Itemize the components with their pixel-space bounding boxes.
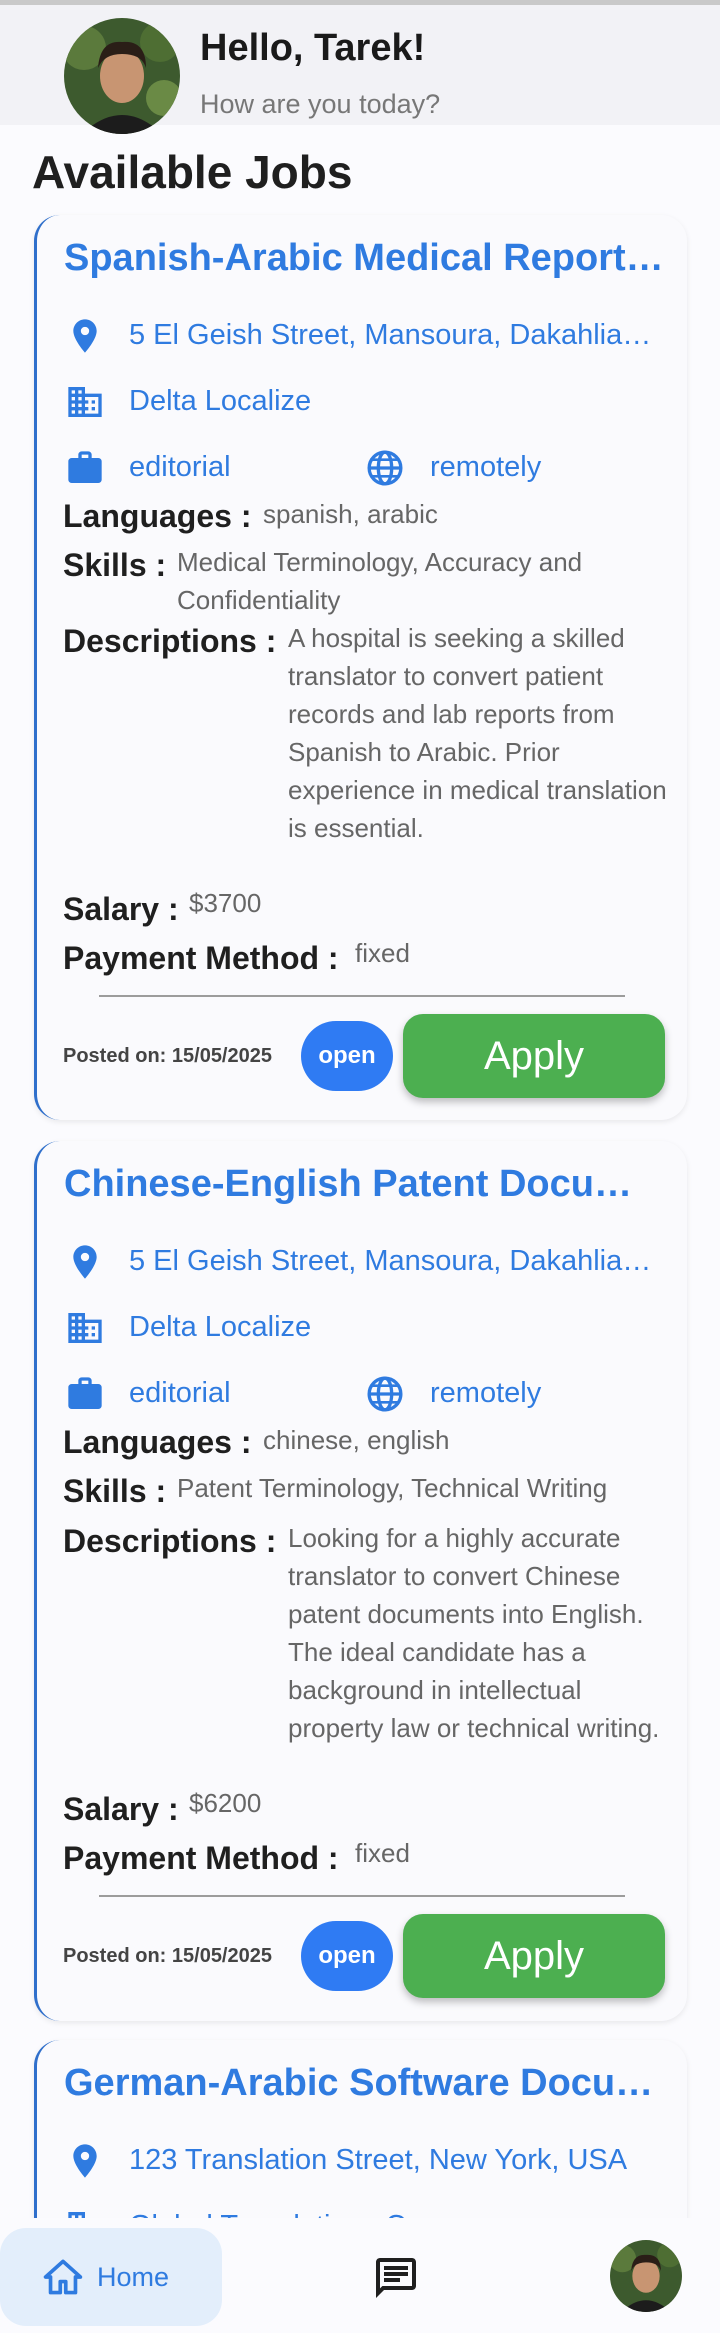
apply-button[interactable]: Apply (403, 1914, 665, 1998)
job-title[interactable]: German-Arabic Software Docum… (64, 2062, 664, 2105)
building-icon (68, 1313, 102, 1343)
job-location: 123 Translation Street, New York, USA (129, 2144, 628, 2176)
globe-icon (367, 1376, 403, 1412)
job-type: editorial (129, 1377, 231, 1409)
status-badge: open (301, 1921, 393, 1991)
job-card[interactable]: Spanish-Arabic Medical Report … 5 El Gei… (34, 215, 687, 1120)
skills-label: Skills : (63, 547, 167, 583)
skills-value: Patent Terminology, Technical Writing (177, 1473, 608, 1503)
salary-label: Salary : (63, 1791, 179, 1827)
chat-icon[interactable] (372, 2254, 420, 2302)
payment-method-value: fixed (355, 1838, 410, 1868)
descriptions-label: Descriptions : (63, 623, 277, 659)
job-title[interactable]: Spanish-Arabic Medical Report … (64, 237, 664, 280)
job-location: 5 El Geish Street, Mansoura, Dakahlia… (129, 319, 652, 351)
nav-home-button[interactable]: Home (0, 2228, 222, 2326)
job-work-mode: remotely (430, 1377, 542, 1409)
skills-label: Skills : (63, 1473, 167, 1509)
job-title[interactable]: Chinese-English Patent Docume… (64, 1163, 664, 1206)
briefcase-icon (68, 451, 102, 483)
payment-method-label: Payment Method : (63, 1840, 339, 1876)
languages-label: Languages : (63, 498, 252, 534)
divider (99, 1895, 625, 1897)
location-pin-icon (73, 1245, 97, 1279)
apply-button[interactable]: Apply (403, 1014, 665, 1098)
languages-value: chinese, english (263, 1425, 450, 1455)
profile-avatar[interactable] (610, 2240, 682, 2312)
skills-value: Medical Terminology, Accuracy and Confid… (177, 547, 583, 615)
job-company: Delta Localize (129, 1311, 312, 1343)
globe-icon (367, 450, 403, 486)
payment-method-value: fixed (355, 938, 410, 968)
descriptions-label: Descriptions : (63, 1523, 277, 1559)
description-value: Looking for a highly accurate translator… (288, 1523, 660, 1743)
home-icon (43, 2259, 83, 2295)
location-pin-icon (73, 2144, 97, 2178)
page-title: Available Jobs (32, 146, 353, 198)
job-company: Delta Localize (129, 385, 312, 417)
greeting-title: Hello, Tarek! (200, 27, 426, 69)
status-badge: open (301, 1021, 393, 1091)
job-work-mode: remotely (430, 451, 542, 483)
posted-date: Posted on: 15/05/2025 (63, 1045, 272, 1067)
languages-label: Languages : (63, 1424, 252, 1460)
posted-date: Posted on: 15/05/2025 (63, 1945, 272, 1967)
briefcase-icon (68, 1377, 102, 1409)
nav-home-label: Home (97, 2262, 170, 2292)
bottom-navigation: Home (0, 2218, 720, 2333)
salary-value: $3700 (189, 888, 262, 918)
salary-label: Salary : (63, 891, 179, 927)
salary-value: $6200 (189, 1788, 262, 1818)
greeting-subtitle: How are you today? (200, 89, 441, 119)
location-pin-icon (73, 319, 97, 353)
languages-value: spanish, arabic (263, 499, 438, 529)
building-icon (68, 387, 102, 417)
job-card[interactable]: Chinese-English Patent Docume… 5 El Geis… (34, 1141, 687, 2021)
avatar[interactable] (64, 18, 180, 134)
job-type: editorial (129, 451, 231, 483)
description-value: A hospital is seeking a skilled translat… (288, 623, 667, 843)
divider (99, 995, 625, 997)
job-location: 5 El Geish Street, Mansoura, Dakahlia… (129, 1245, 652, 1277)
header: Hello, Tarek! How are you today? (0, 5, 720, 134)
payment-method-label: Payment Method : (63, 940, 339, 976)
